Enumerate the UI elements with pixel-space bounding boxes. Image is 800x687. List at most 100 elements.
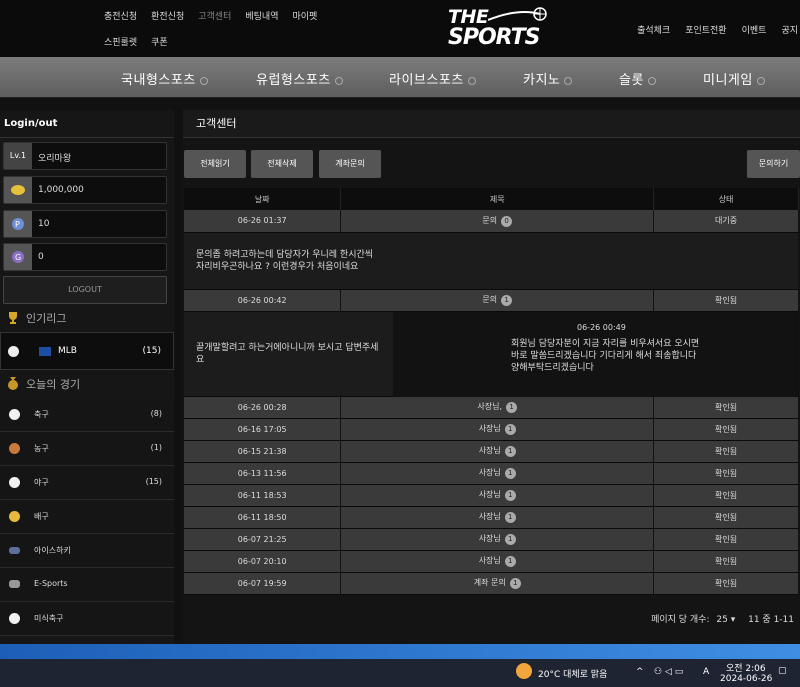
chevron-up-icon[interactable]: ^ — [636, 667, 644, 677]
row-date: 06-26 00:42 — [184, 289, 342, 312]
delete-all-button[interactable]: 전체삭제 — [251, 150, 313, 178]
nav-domestic-sports[interactable]: 국내형스포츠 — [121, 69, 208, 88]
right-links: 출석체크 포인트전환 이벤트 공지 — [637, 23, 798, 36]
sport-basketball[interactable]: 농구 (1) — [0, 432, 174, 466]
table-row[interactable]: 06-13 11:56 사장님 1 확인됨 — [184, 462, 799, 485]
clock-date[interactable]: 2024-06-26 — [720, 674, 772, 684]
inquiry-detail: 문의좀 하려고하는데 담당자가 우니레 한시간씩 자리비우곤하나요 ? 이런경우… — [184, 232, 799, 290]
per-page-select[interactable]: 25 ▾ — [716, 615, 735, 625]
sport-name: E-Sports — [34, 579, 68, 588]
popular-league-header: 인기리그 — [0, 306, 174, 332]
point-row: P 10 — [3, 210, 167, 238]
new-inquiry-button[interactable]: 문의하기 — [747, 150, 800, 178]
table-row[interactable]: 06-07 20:10 사장님 1 확인됨 — [184, 550, 799, 573]
table-row[interactable]: 06-26 00:28 사장님, 1 확인됨 — [184, 396, 799, 419]
nav-euro-sports[interactable]: 유럽형스포츠 — [256, 69, 343, 88]
top-links: 충전신청 환전신청 고객센터 베팅내역 마이펫 스핀룰렛 쿠폰 — [104, 10, 344, 62]
link-attendance[interactable]: 출석체크 — [637, 23, 670, 36]
clock-time[interactable]: 오전 2:06 — [726, 661, 766, 674]
row-subject: 사장님 1 — [340, 528, 655, 551]
read-all-button[interactable]: 전체읽기 — [184, 150, 246, 178]
hockey-puck-icon — [9, 547, 20, 554]
toplink-support[interactable]: 고객센터 — [198, 10, 231, 36]
nav-casino[interactable]: 카지노 — [523, 69, 573, 88]
question-text: 문의좀 하려고하는데 담당자가 우니레 한시간씩 자리비우곤하나요 ? 이런경우… — [196, 249, 374, 272]
top-bar: 충전신청 환전신청 고객센터 베팅내역 마이펫 스핀룰렛 쿠폰 THE SPOR… — [0, 0, 800, 57]
table-row[interactable]: 06-15 21:38 사장님 1 확인됨 — [184, 440, 799, 463]
support-center-panel: 고객센터 전체읽기 전체삭제 계좌문의 문의하기 날짜 제목 상태 06-26 … — [183, 110, 800, 644]
row-subject: 문의 0 — [340, 210, 655, 233]
logout-button[interactable]: LOGOUT — [3, 276, 167, 304]
system-tray-icons[interactable]: ⚇ ◁ ▭ — [654, 667, 683, 677]
nav-live-sports[interactable]: 라이브스포츠 — [389, 69, 476, 88]
sport-baseball[interactable]: 야구 (15) — [0, 466, 174, 500]
pagination: 페이지 당 개수: 25 ▾ 11 중 1-11 — [651, 612, 794, 625]
point-value: 10 — [38, 219, 50, 229]
league-mlb[interactable]: MLB (15) — [0, 332, 174, 370]
table-row[interactable]: 06-11 18:50 사장님 1 확인됨 — [184, 506, 799, 529]
page-range: 11 중 1-11 — [748, 615, 794, 625]
nav-label: 카지노 — [523, 73, 561, 88]
sport-icehockey[interactable]: 아이스하키 — [0, 534, 174, 568]
sport-soccer[interactable]: 축구 (8) — [0, 398, 174, 432]
svg-text:P: P — [15, 220, 20, 229]
sport-name: 야구 — [34, 478, 49, 487]
toplink-mypage[interactable]: 마이펫 — [293, 10, 318, 36]
sport-american-football[interactable]: 미식축구 — [0, 602, 174, 636]
info-icon — [564, 76, 573, 85]
sport-name: 미식축구 — [34, 614, 64, 623]
row-subject: 사장님 1 — [340, 550, 655, 573]
row-status: 확인됨 — [653, 484, 799, 507]
table-row[interactable]: 06-26 00:42 문의 1 확인됨 — [184, 289, 799, 312]
nav-minigame[interactable]: 미니게임 — [703, 69, 765, 88]
notification-icon[interactable]: ▢ — [778, 666, 787, 676]
row-status: 확인됨 — [653, 418, 799, 441]
toplink-bet-history[interactable]: 베팅내역 — [245, 10, 278, 36]
per-page-value: 25 — [716, 615, 728, 625]
table-row[interactable]: 06-16 17:05 사장님 1 확인됨 — [184, 418, 799, 441]
soccer-icon — [9, 409, 20, 420]
league-name: MLB — [58, 346, 77, 356]
basketball-icon — [9, 443, 20, 454]
table-row[interactable]: 06-26 01:37 문의 0 대기중 — [184, 210, 799, 233]
input-language[interactable]: A — [703, 667, 709, 677]
toplink-withdraw[interactable]: 환전신청 — [151, 10, 184, 36]
logo-ball-icon — [488, 7, 547, 21]
sport-esports[interactable]: E-Sports — [0, 568, 174, 602]
gamepad-icon — [9, 580, 20, 588]
mlb-logo-icon — [39, 347, 51, 356]
row-status: 확인됨 — [653, 462, 799, 485]
football-icon — [9, 613, 20, 624]
subject-text: 사장님 — [478, 556, 501, 565]
reply-count-badge: 1 — [504, 424, 516, 435]
link-point-convert[interactable]: 포인트전환 — [685, 23, 726, 36]
reply-count-badge: 1 — [504, 468, 516, 479]
nav-label: 국내형스포츠 — [121, 73, 196, 88]
page-title: 고객센터 — [183, 110, 800, 138]
browser-status-strip — [0, 644, 800, 659]
row-date: 06-13 11:56 — [184, 462, 342, 485]
nav-slot[interactable]: 슬롯 — [619, 69, 656, 88]
account-inquiry-button[interactable]: 계좌문의 — [319, 150, 381, 178]
row-status: 확인됨 — [653, 289, 799, 312]
row-subject: 사장님, 1 — [340, 396, 655, 419]
reply-count-badge: 1 — [509, 578, 521, 589]
sport-count: (15) — [145, 477, 162, 486]
link-event[interactable]: 이벤트 — [742, 23, 767, 36]
table-row[interactable]: 06-07 19:59 계좌 문의 1 확인됨 — [184, 572, 799, 595]
table-row[interactable]: 06-07 21:25 사장님 1 확인됨 — [184, 528, 799, 551]
point-icon: P — [4, 211, 32, 237]
detail-cell: 끝개말할려고 하는거에아니니까 보시고 답변주세요 06-26 00:49 회원… — [184, 311, 799, 397]
login-title: Login/out — [0, 110, 174, 138]
site-logo[interactable]: THE SPORTS — [448, 6, 548, 52]
row-status: 확인됨 — [653, 440, 799, 463]
volleyball-icon — [9, 511, 20, 522]
col-status: 상태 — [653, 188, 799, 210]
table-row[interactable]: 06-11 18:53 사장님 1 확인됨 — [184, 484, 799, 507]
today-games-header: 오늘의 경기 — [0, 372, 174, 398]
link-notice[interactable]: 공지 — [781, 23, 798, 36]
toplink-charge[interactable]: 충전신청 — [104, 10, 137, 36]
sport-name: 배구 — [34, 512, 49, 521]
sport-volleyball[interactable]: 배구 — [0, 500, 174, 534]
weather-text[interactable]: 20°C 대체로 맑음 — [538, 667, 607, 680]
